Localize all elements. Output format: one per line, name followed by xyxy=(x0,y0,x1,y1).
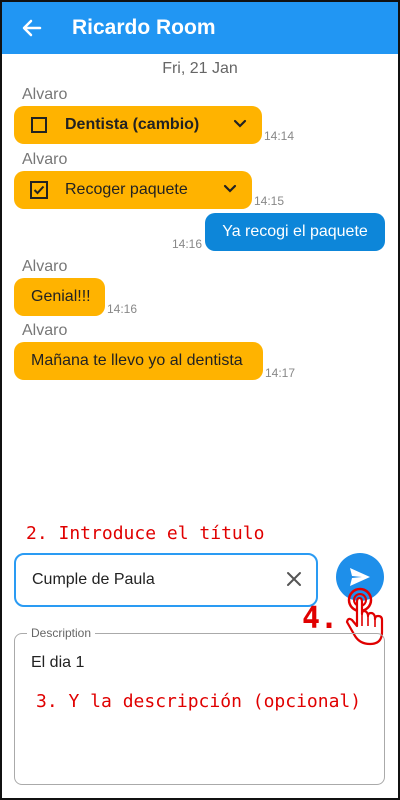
checkbox-checked-icon[interactable] xyxy=(30,181,48,199)
message-time: 14:16 xyxy=(172,237,203,251)
clear-icon[interactable] xyxy=(284,569,304,589)
description-label: Description xyxy=(27,626,96,640)
message-text: Genial!!! xyxy=(31,288,91,305)
message-time: 14:16 xyxy=(107,302,138,316)
tutorial-annotation-step3: 3. Y la descripción (opcional) xyxy=(36,691,362,712)
room-title: Ricardo Room xyxy=(72,16,216,39)
tutorial-annotation-step4: 4. xyxy=(302,601,339,636)
task-title: Dentista (cambio) xyxy=(65,116,200,133)
outgoing-message-bubble[interactable]: Ya recogi el paquete xyxy=(205,213,385,251)
send-icon xyxy=(350,568,370,586)
chevron-down-icon[interactable] xyxy=(222,181,238,197)
message-sender: Alvaro xyxy=(22,258,68,275)
title-input[interactable]: Cumple de Paula xyxy=(14,553,318,607)
description-value: El dia 1 xyxy=(31,654,85,671)
message-time: 14:17 xyxy=(265,366,296,380)
app-bar: Ricardo Room xyxy=(2,2,398,54)
message-sender: Alvaro xyxy=(22,86,68,103)
arrow-left-icon xyxy=(22,19,42,37)
message-text: Ya recogi el paquete xyxy=(222,223,368,240)
message-text: Mañana te llevo yo al dentista xyxy=(31,352,243,369)
date-separator: Fri, 21 Jan xyxy=(162,60,238,77)
incoming-message-bubble[interactable]: Mañana te llevo yo al dentista xyxy=(14,342,263,380)
task-message-bubble[interactable]: Dentista (cambio) xyxy=(14,106,262,144)
incoming-message-bubble[interactable]: Genial!!! xyxy=(14,278,105,316)
message-time: 14:14 xyxy=(264,129,295,143)
task-message-bubble[interactable]: Recoger paquete xyxy=(14,171,252,209)
task-checkbox-unchecked[interactable] xyxy=(31,117,47,133)
tutorial-annotation-step2: 2. Introduce el título xyxy=(26,523,265,544)
back-button[interactable] xyxy=(12,8,52,48)
message-sender: Alvaro xyxy=(22,151,68,168)
message-sender: Alvaro xyxy=(22,322,68,339)
title-input-value: Cumple de Paula xyxy=(32,571,155,588)
message-time: 14:15 xyxy=(254,194,285,208)
chevron-down-icon[interactable] xyxy=(232,116,248,132)
task-title: Recoger paquete xyxy=(65,181,188,198)
